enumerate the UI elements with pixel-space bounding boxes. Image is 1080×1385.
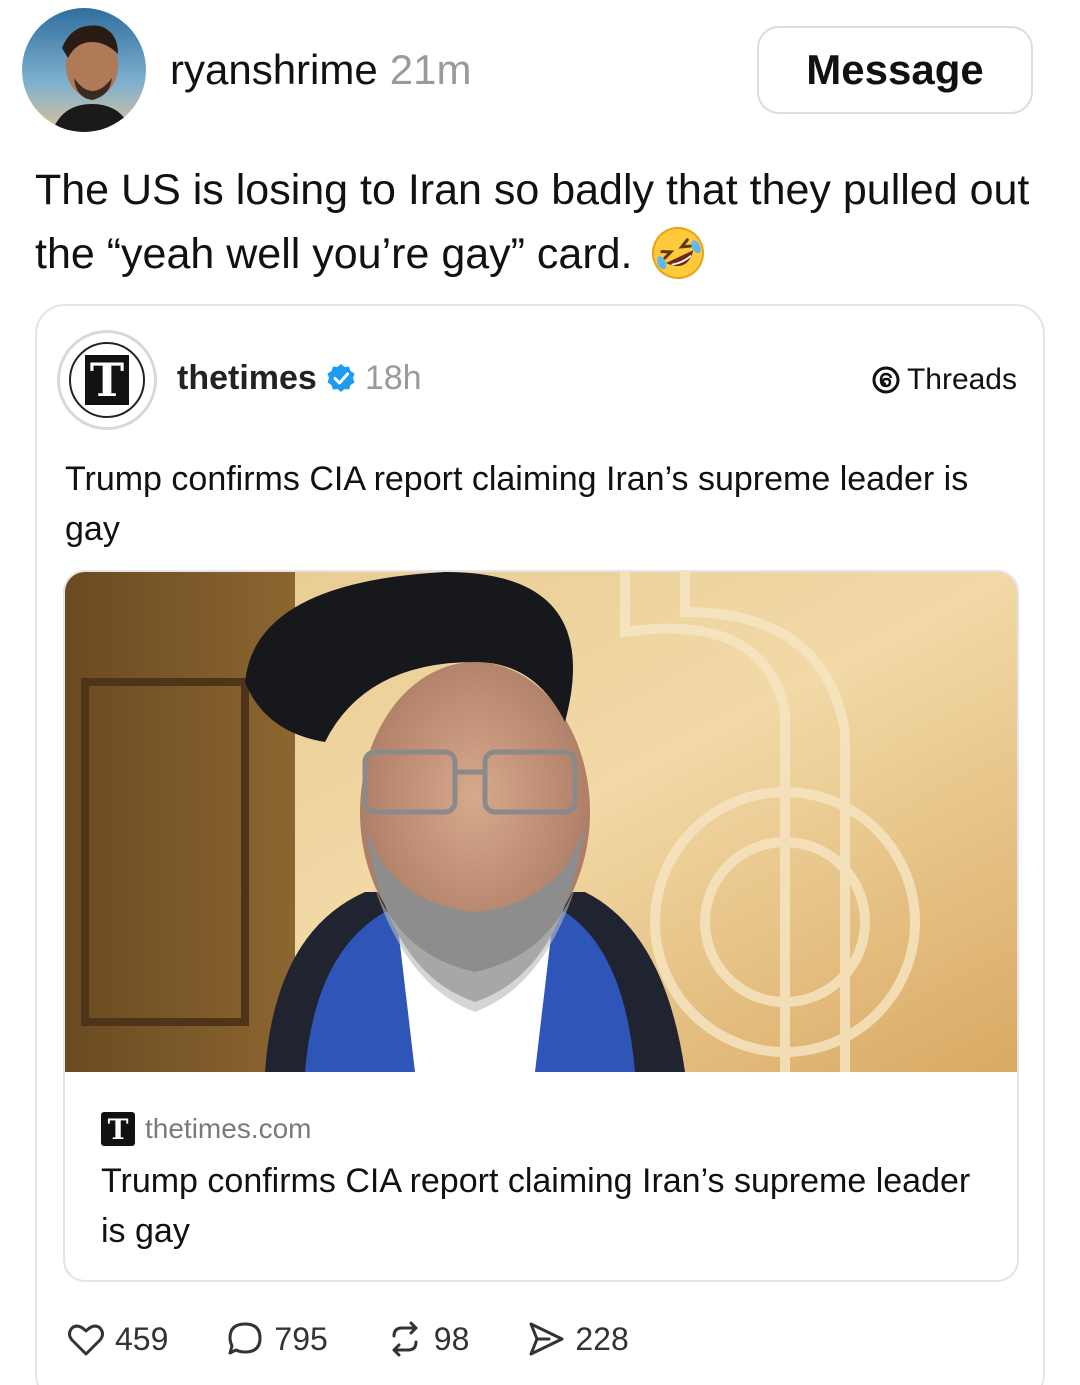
repost-count: 98 bbox=[433, 1320, 470, 1357]
username-row: ryanshrime 21m bbox=[170, 42, 471, 98]
quoted-post-card[interactable]: T thetimes 18h Threads Trump confirms CI… bbox=[35, 304, 1045, 1385]
username[interactable]: ryanshrime bbox=[170, 42, 378, 98]
thetimes-avatar[interactable]: T bbox=[57, 330, 157, 430]
link-preview[interactable]: T thetimes.com Trump confirms CIA report… bbox=[63, 570, 1019, 1282]
quoted-text: Trump confirms CIA report claiming Iran’… bbox=[65, 460, 969, 548]
article-photo[interactable] bbox=[65, 572, 1017, 1072]
reply-button[interactable]: 795 bbox=[224, 1318, 328, 1360]
times-favicon-icon: T bbox=[101, 1112, 135, 1146]
post-header: ryanshrime 21m Message bbox=[0, 0, 1080, 140]
like-count: 459 bbox=[115, 1320, 169, 1357]
reply-count: 795 bbox=[274, 1320, 328, 1357]
repost-icon bbox=[392, 1321, 418, 1357]
like-button[interactable]: 459 bbox=[65, 1318, 168, 1360]
rolling-on-floor-laughing-icon bbox=[650, 225, 706, 281]
thetimes-logo: T bbox=[69, 342, 145, 418]
times-t-logo-icon: T bbox=[85, 353, 129, 407]
action-bar: 459 795 98 228 bbox=[65, 1318, 685, 1360]
share-button[interactable]: 228 bbox=[525, 1318, 629, 1360]
preview-title[interactable]: Trump confirms CIA report claiming Iran’… bbox=[101, 1156, 981, 1256]
quoted-username[interactable]: thetimes bbox=[177, 356, 317, 400]
share-count: 228 bbox=[575, 1320, 629, 1357]
post-time: 21m bbox=[389, 46, 472, 93]
quoted-user-row: thetimes 18h bbox=[177, 356, 422, 400]
preview-domain: thetimes.com bbox=[145, 1113, 312, 1144]
threads-label: Threads bbox=[906, 363, 1017, 396]
verified-badge-icon bbox=[327, 364, 355, 392]
message-button[interactable]: Message bbox=[757, 26, 1033, 114]
preview-source: T thetimes.com bbox=[101, 1112, 312, 1146]
post-text: The US is losing to Iran so badly that t… bbox=[35, 166, 1030, 278]
send-icon bbox=[529, 1322, 564, 1356]
threads-link[interactable]: Threads bbox=[871, 362, 1017, 398]
heart-icon bbox=[68, 1324, 104, 1356]
comment-icon bbox=[228, 1322, 262, 1355]
threads-logo-icon bbox=[872, 366, 900, 394]
quoted-time: 18h bbox=[364, 359, 422, 397]
post-text-block: The US is losing to Iran so badly that t… bbox=[35, 158, 1045, 286]
user-avatar[interactable] bbox=[22, 8, 146, 132]
repost-button[interactable]: 98 bbox=[384, 1318, 470, 1360]
